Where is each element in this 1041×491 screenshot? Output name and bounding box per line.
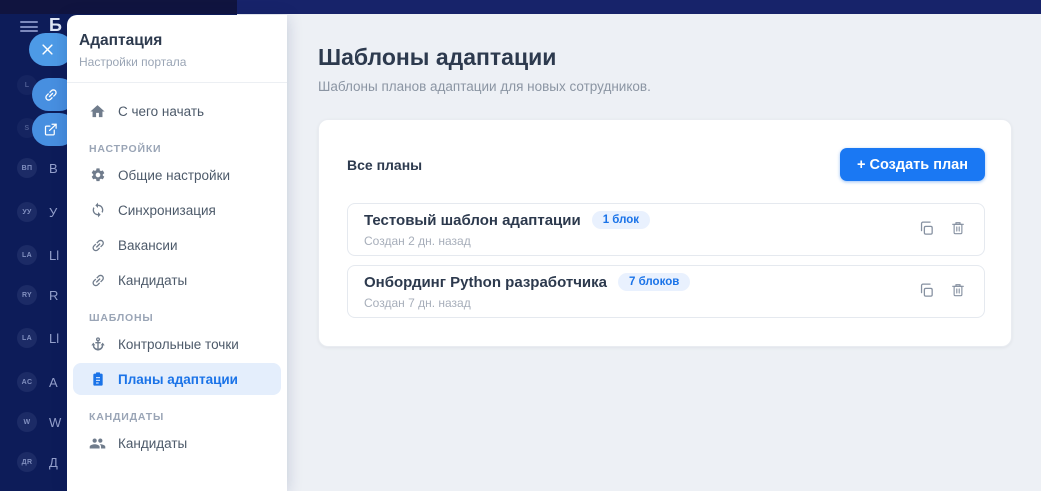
avatar: УУ — [17, 202, 37, 222]
duplicate-plan-button[interactable] — [918, 220, 935, 240]
nav-item-checkpoints[interactable]: Контрольные точки — [73, 328, 281, 360]
nav-item-general-settings[interactable]: Общие настройки — [73, 159, 281, 191]
delete-plan-button[interactable] — [950, 220, 966, 239]
sync-icon — [89, 202, 106, 219]
plan-name: Тестовый шаблон адаптации — [364, 212, 581, 229]
plan-info: Тестовый шаблон адаптации 1 блок Создан … — [364, 211, 918, 248]
rail-top-strip — [0, 0, 237, 14]
nav-item-label: Вакансии — [118, 238, 178, 253]
hamburger-menu-icon[interactable] — [20, 21, 38, 32]
drawer-title: Адаптация — [79, 32, 275, 50]
link-icon — [85, 268, 109, 292]
nav-item-sync[interactable]: Синхронизация — [73, 194, 281, 226]
nav-item-label: Синхронизация — [118, 203, 216, 218]
avatar: W — [17, 412, 37, 432]
nav-section-settings: НАСТРОЙКИ — [73, 143, 281, 155]
user-name: R — [49, 288, 58, 303]
nav-item-candidates[interactable]: Кандидаты — [73, 427, 281, 459]
user-name: Д — [49, 455, 58, 470]
nav-item-start[interactable]: С чего начать — [73, 95, 281, 127]
user-name: A — [49, 375, 58, 390]
home-icon — [89, 103, 106, 120]
nav-item-vacancies[interactable]: Вакансии — [73, 229, 281, 261]
nav-item-label: Планы адаптации — [118, 372, 238, 387]
create-plan-button[interactable]: + Создать план — [840, 148, 985, 181]
gear-icon — [89, 167, 106, 184]
plan-blocks-badge: 7 блоков — [618, 273, 690, 291]
plan-row[interactable]: Тестовый шаблон адаптации 1 блок Создан … — [347, 203, 985, 256]
avatar: ВП — [17, 158, 37, 178]
people-icon — [89, 435, 106, 452]
user-name: У — [49, 205, 57, 220]
plan-info: Онбординг Python разработчика 7 блоков С… — [364, 273, 918, 310]
nav-item-label: Контрольные точки — [118, 337, 239, 352]
drawer-header: Адаптация Настройки портала — [67, 15, 287, 83]
settings-drawer: Адаптация Настройки портала С чего начат… — [67, 15, 287, 491]
drawer-subtitle: Настройки портала — [79, 55, 275, 69]
avatar: AC — [17, 372, 37, 392]
plan-blocks-badge: 1 блок — [592, 211, 650, 229]
drawer-nav: С чего начать НАСТРОЙКИ Общие настройки … — [67, 83, 287, 459]
copy-icon — [918, 220, 935, 240]
avatar: LA — [17, 245, 37, 265]
user-name: Ll — [49, 248, 59, 263]
nav-item-label: Кандидаты — [118, 273, 187, 288]
plan-actions — [918, 220, 966, 240]
delete-plan-button[interactable] — [950, 282, 966, 301]
main-content: Шаблоны адаптации Шаблоны планов адаптац… — [287, 14, 1041, 491]
external-link-icon — [43, 122, 58, 137]
link-icon — [85, 233, 109, 257]
nav-item-candidates-sync[interactable]: Кандидаты — [73, 264, 281, 296]
plan-row[interactable]: Онбординг Python разработчика 7 блоков С… — [347, 265, 985, 318]
panel-header: Все планы + Создать план — [347, 148, 985, 181]
user-name: В — [49, 161, 58, 176]
anchor-icon — [89, 336, 106, 353]
close-icon — [40, 42, 55, 57]
avatar: RY — [17, 285, 37, 305]
nav-item-label: Кандидаты — [118, 436, 187, 451]
plan-actions — [918, 282, 966, 302]
plan-created: Создан 7 дн. назад — [364, 296, 918, 310]
avatar: ДR — [17, 452, 37, 472]
panel-title: Все планы — [347, 157, 422, 173]
plan-name: Онбординг Python разработчика — [364, 274, 607, 291]
duplicate-plan-button[interactable] — [918, 282, 935, 302]
plans-panel: Все планы + Создать план Тестовый шаблон… — [318, 119, 1012, 347]
nav-section-candidates: КАНДИДАТЫ — [73, 411, 281, 423]
page: { "colors": { "accent": "#1a73e8", "topb… — [0, 0, 1041, 491]
nav-item-label: С чего начать — [118, 104, 204, 119]
nav-section-templates: ШАБЛОНЫ — [73, 312, 281, 324]
nav-item-adaptation-plans[interactable]: Планы адаптации — [73, 363, 281, 395]
clipboard-icon — [89, 371, 106, 388]
user-name: Ll — [49, 331, 59, 346]
plan-created: Создан 2 дн. назад — [364, 234, 918, 248]
plan-list: Тестовый шаблон адаптации 1 блок Создан … — [347, 203, 985, 318]
trash-icon — [950, 282, 966, 301]
nav-item-label: Общие настройки — [118, 168, 230, 183]
copy-icon — [918, 282, 935, 302]
page-title: Шаблоны адаптации — [318, 42, 1041, 72]
avatar: LA — [17, 328, 37, 348]
page-subtitle: Шаблоны планов адаптации для новых сотру… — [318, 79, 1041, 94]
user-name: W — [49, 415, 61, 430]
trash-icon — [950, 220, 966, 239]
link-icon — [40, 83, 63, 106]
